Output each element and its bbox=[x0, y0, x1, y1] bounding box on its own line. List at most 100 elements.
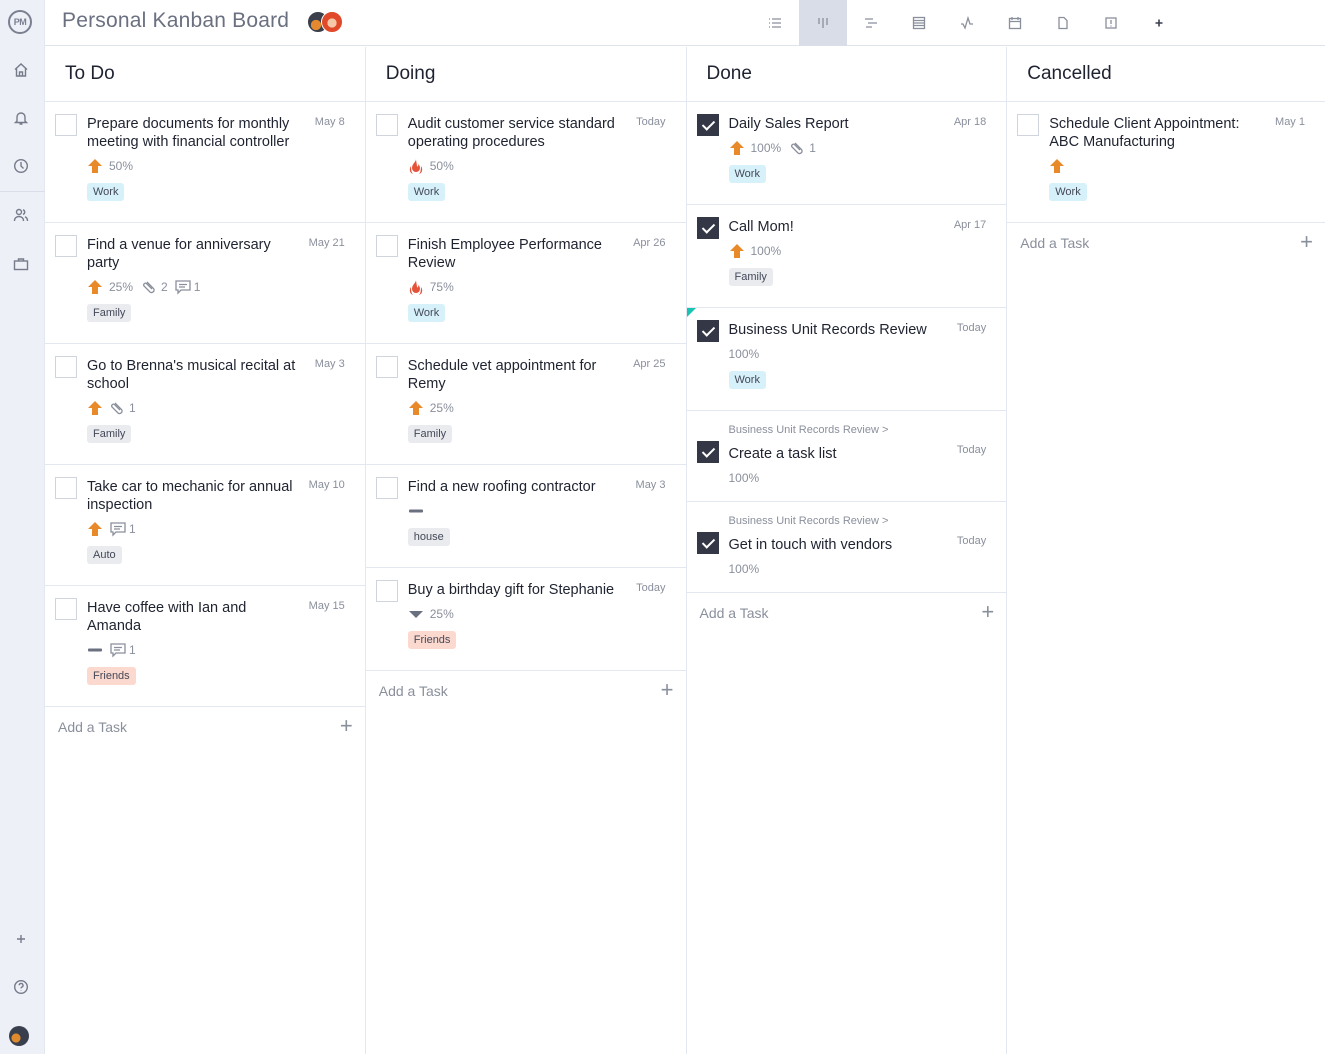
plus-icon[interactable]: + bbox=[340, 715, 353, 737]
task-checkbox[interactable] bbox=[55, 356, 77, 378]
task-card[interactable]: Schedule vet appointment for Remy Apr 25 2… bbox=[365, 344, 686, 465]
plus-icon[interactable]: + bbox=[981, 601, 994, 623]
task-name[interactable]: Buy a birthday gift for Stephanie bbox=[408, 581, 666, 599]
task-name[interactable]: Schedule Client Appointment: ABC Manufac… bbox=[1049, 115, 1305, 151]
parent-task-link[interactable]: Business Unit Records Review > bbox=[729, 515, 987, 527]
calendar-view-button[interactable] bbox=[991, 0, 1039, 46]
task-meta: 100% bbox=[729, 560, 987, 578]
sheet-view-button[interactable] bbox=[895, 0, 943, 46]
task-checkbox[interactable] bbox=[55, 114, 77, 136]
task-name[interactable]: Daily Sales Report bbox=[729, 115, 987, 133]
task-name[interactable]: Call Mom! bbox=[729, 218, 987, 236]
attachments-count[interactable]: 1 bbox=[109, 399, 136, 417]
task-card[interactable]: Take car to mechanic for annual inspecti… bbox=[45, 465, 365, 586]
task-checkbox[interactable] bbox=[696, 320, 719, 342]
home-icon[interactable] bbox=[12, 61, 30, 79]
add-view-button[interactable] bbox=[1135, 0, 1183, 46]
task-card[interactable]: Find a venue for anniversary party May 21… bbox=[45, 223, 365, 344]
task-checkbox[interactable] bbox=[55, 598, 77, 620]
task-name[interactable]: Create a task list bbox=[729, 445, 987, 463]
dashboard-view-button[interactable] bbox=[943, 0, 991, 46]
add-task-button[interactable]: Add a Task + bbox=[45, 707, 365, 747]
parent-task-link[interactable]: Business Unit Records Review > bbox=[729, 424, 987, 436]
task-checkbox[interactable] bbox=[55, 477, 77, 499]
task-checkbox[interactable] bbox=[696, 114, 719, 136]
briefcase-icon[interactable] bbox=[12, 255, 30, 273]
task-card[interactable]: Business Unit Records Review Today 100% Wor… bbox=[686, 308, 1007, 411]
task-tag[interactable]: Friends bbox=[407, 631, 457, 649]
task-checkbox[interactable] bbox=[1017, 114, 1040, 136]
task-card[interactable]: Finish Employee Performance Review Apr 26… bbox=[365, 223, 686, 344]
task-card[interactable]: Audit customer service standard operatin… bbox=[365, 102, 686, 223]
task-checkbox[interactable] bbox=[55, 235, 77, 257]
task-card[interactable]: Daily Sales Report Apr 18 100% 1 Work bbox=[686, 102, 1007, 205]
comments-count[interactable]: 1 bbox=[109, 641, 136, 659]
task-tag[interactable]: Work bbox=[87, 183, 125, 201]
task-checkbox[interactable] bbox=[375, 580, 398, 602]
plus-icon[interactable]: + bbox=[661, 679, 674, 701]
comments-count[interactable]: 1 bbox=[109, 520, 136, 538]
task-card[interactable]: Business Unit Records Review > Get in tou… bbox=[686, 502, 1007, 593]
task-tag[interactable]: Family bbox=[728, 268, 773, 286]
task-meta bbox=[408, 502, 666, 520]
users-icon[interactable] bbox=[12, 206, 30, 224]
task-checkbox[interactable] bbox=[375, 114, 398, 136]
task-checkbox[interactable] bbox=[696, 532, 719, 554]
plus-icon[interactable] bbox=[12, 930, 30, 948]
sheet-view-icon bbox=[912, 16, 926, 30]
task-name[interactable]: Have coffee with Ian and Amanda bbox=[87, 599, 345, 635]
task-name[interactable]: Audit customer service standard operatin… bbox=[408, 115, 666, 151]
task-card[interactable]: Have coffee with Ian and Amanda May 15 1 Fr… bbox=[45, 586, 365, 707]
task-name[interactable]: Take car to mechanic for annual inspecti… bbox=[87, 478, 345, 514]
task-checkbox[interactable] bbox=[696, 217, 719, 239]
board-view-button[interactable] bbox=[799, 0, 847, 46]
task-name[interactable]: Find a new roofing contractor bbox=[408, 478, 666, 496]
task-name[interactable]: Get in touch with vendors bbox=[729, 536, 987, 554]
task-tag[interactable]: Auto bbox=[87, 546, 122, 564]
gantt-view-button[interactable] bbox=[847, 0, 895, 46]
task-name[interactable]: Go to Brenna's musical recital at school bbox=[87, 357, 345, 393]
task-name[interactable]: Find a venue for anniversary party bbox=[87, 236, 345, 272]
task-name[interactable]: Schedule vet appointment for Remy bbox=[408, 357, 666, 393]
task-card[interactable]: Go to Brenna's musical recital at school… bbox=[45, 344, 365, 465]
user-avatar[interactable] bbox=[9, 1026, 29, 1046]
task-tag[interactable]: Family bbox=[87, 425, 132, 443]
task-tag[interactable]: Work bbox=[728, 371, 766, 389]
app-logo[interactable]: PM bbox=[8, 10, 32, 34]
add-task-button[interactable]: Add a Task + bbox=[366, 671, 686, 711]
task-tag[interactable]: Family bbox=[87, 304, 132, 322]
task-card[interactable]: Call Mom! Apr 17 100% Family bbox=[686, 205, 1007, 308]
clock-icon[interactable] bbox=[12, 157, 30, 175]
task-name[interactable]: Finish Employee Performance Review bbox=[408, 236, 666, 272]
help-icon[interactable] bbox=[12, 978, 30, 996]
task-card[interactable]: Prepare documents for monthly meeting wi… bbox=[45, 102, 365, 223]
task-checkbox[interactable] bbox=[375, 356, 398, 378]
task-card[interactable]: Business Unit Records Review > Create a t… bbox=[686, 411, 1007, 502]
add-task-button[interactable]: Add a Task + bbox=[1007, 223, 1325, 263]
attachments-count[interactable]: 1 bbox=[789, 139, 816, 157]
task-tag[interactable]: house bbox=[407, 528, 450, 546]
task-checkbox[interactable] bbox=[375, 235, 398, 257]
task-tag[interactable]: Friends bbox=[87, 667, 136, 685]
member-avatar[interactable] bbox=[321, 11, 343, 33]
plus-icon[interactable]: + bbox=[1300, 231, 1313, 253]
task-tag[interactable]: Work bbox=[1049, 183, 1087, 201]
attachments-count[interactable]: 2 bbox=[141, 278, 168, 296]
task-checkbox[interactable] bbox=[696, 441, 719, 463]
task-card[interactable]: Schedule Client Appointment: ABC Manufac… bbox=[1007, 102, 1325, 223]
task-name[interactable]: Business Unit Records Review bbox=[729, 321, 987, 339]
issues-view-button[interactable] bbox=[1087, 0, 1135, 46]
task-checkbox[interactable] bbox=[375, 477, 398, 499]
list-view-button[interactable] bbox=[751, 0, 799, 46]
task-tag[interactable]: Work bbox=[407, 304, 446, 322]
task-tag[interactable]: Family bbox=[407, 425, 453, 443]
task-tag[interactable]: Work bbox=[728, 165, 766, 183]
task-name[interactable]: Prepare documents for monthly meeting wi… bbox=[87, 115, 345, 151]
task-card[interactable]: Find a new roofing contractor May 3 house bbox=[365, 465, 686, 568]
add-task-button[interactable]: Add a Task + bbox=[687, 593, 1007, 633]
files-view-button[interactable] bbox=[1039, 0, 1087, 46]
task-card[interactable]: Buy a birthday gift for Stephanie Today 25… bbox=[365, 568, 686, 671]
comments-count[interactable]: 1 bbox=[174, 278, 200, 296]
bell-icon[interactable] bbox=[12, 109, 30, 127]
task-tag[interactable]: Work bbox=[407, 183, 446, 201]
